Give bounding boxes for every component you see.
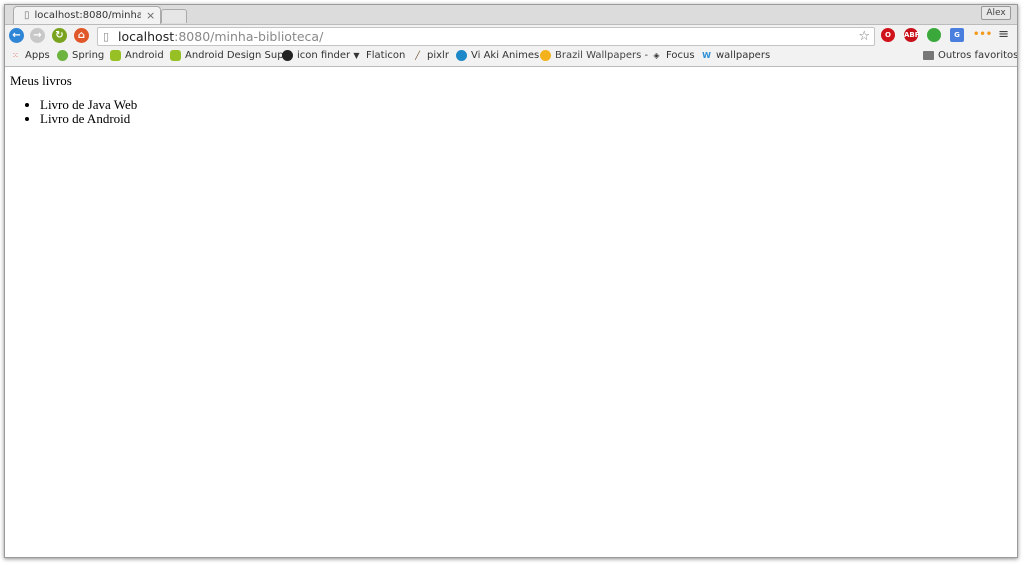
reload-icon[interactable]: ↻ [52,28,67,43]
bookmark-label: pixlr [427,50,449,61]
spring-icon [57,50,68,61]
android-icon [110,50,121,61]
tab-close-icon[interactable]: × [146,9,160,22]
bookmark-apps[interactable]: ⁙ Apps [10,50,50,61]
google-translate-icon[interactable]: G [950,28,964,42]
page-heading: Meus livros [10,73,72,88]
extension-dots-icon[interactable]: ••• [973,28,992,42]
bookmark-label: Vi Aki Animes [471,50,540,61]
bookmark-spring[interactable]: Spring [57,50,104,61]
bookmark-label: Outros favoritos [938,50,1018,61]
flaticon-icon: ▼ [353,51,360,60]
toolbar: ← → ↻ ⌂ ▯ localhost:8080/minha-bibliotec… [5,24,1017,47]
other-bookmarks[interactable]: Outros favoritos [923,50,1018,61]
iconfinder-icon [282,50,293,61]
bookmark-wallpapers[interactable]: Wwallpapers [701,50,770,61]
tab-title: localhost:8080/minha-b [34,10,141,21]
opera-extension-icon[interactable]: O [881,28,895,42]
bookmark-label: Flaticon [366,50,406,61]
address-bar[interactable]: ▯ localhost:8080/minha-biblioteca/ ☆ [97,27,875,46]
browser-window: ▯ localhost:8080/minha-b × Alex ← → ↻ ⌂ … [4,4,1018,558]
page-icon: ▯ [24,10,30,21]
bookmark-label: Android [125,50,164,61]
bookmark-label: Apps [25,50,50,61]
bookmark-iconfinder[interactable]: icon finder [282,50,350,61]
user-profile-button[interactable]: Alex [981,6,1011,20]
list-item: Livro de Java Web [40,98,137,112]
pixlr-icon: ╱ [415,51,420,60]
bookmark-brazil-wallpapers[interactable]: Brazil Wallpapers - [540,50,648,61]
wallpapers-icon [540,50,551,61]
tab-active[interactable]: ▯ localhost:8080/minha-b × [13,6,161,24]
bookmark-flaticon[interactable]: ▼ Flaticon [351,50,405,61]
bookmark-label: Android Design Sup [185,50,284,61]
bookmark-pixlr[interactable]: ╱ pixlr [412,50,449,61]
forward-icon[interactable]: → [30,28,45,43]
folder-icon [923,51,934,60]
viaki-icon [456,50,467,61]
bookmark-star-icon[interactable]: ☆ [858,28,870,45]
bookmark-label: icon finder [297,50,351,61]
bookmark-android-design[interactable]: Android Design Sup [170,50,284,61]
codepen-icon: ◈ [653,51,660,60]
menu-icon[interactable]: ≡ [998,27,1009,42]
bookmark-label: Brazil Wallpapers - [555,50,649,61]
new-tab-button[interactable] [161,9,187,23]
url-host: localhost [118,29,175,44]
bookmark-label: Spring [72,50,105,61]
bookmarks-bar: ⁙ Apps Spring Android Android Design Sup … [5,47,1017,67]
home-icon[interactable]: ⌂ [74,28,89,43]
w-icon: W [702,51,711,60]
bookmark-label: wallpapers [716,50,771,61]
tab-strip: ▯ localhost:8080/minha-b × Alex [5,5,1017,24]
hangouts-icon[interactable] [927,28,941,42]
list-item: Livro de Android [40,112,137,126]
back-icon[interactable]: ← [9,28,24,43]
bookmark-android[interactable]: Android [110,50,164,61]
bookmark-focus[interactable]: ◈ Focus [651,50,695,61]
apps-grid-icon: ⁙ [12,51,19,60]
android-icon [170,50,181,61]
bookmark-viaki[interactable]: Vi Aki Animes [456,50,539,61]
book-list: Livro de Java Web Livro de Android [40,98,137,126]
bookmark-label: Focus [666,50,695,61]
url-path: :8080/minha-biblioteca/ [174,29,324,44]
page-icon: ▯ [103,30,110,43]
adblock-plus-icon[interactable]: ABP [904,28,920,42]
